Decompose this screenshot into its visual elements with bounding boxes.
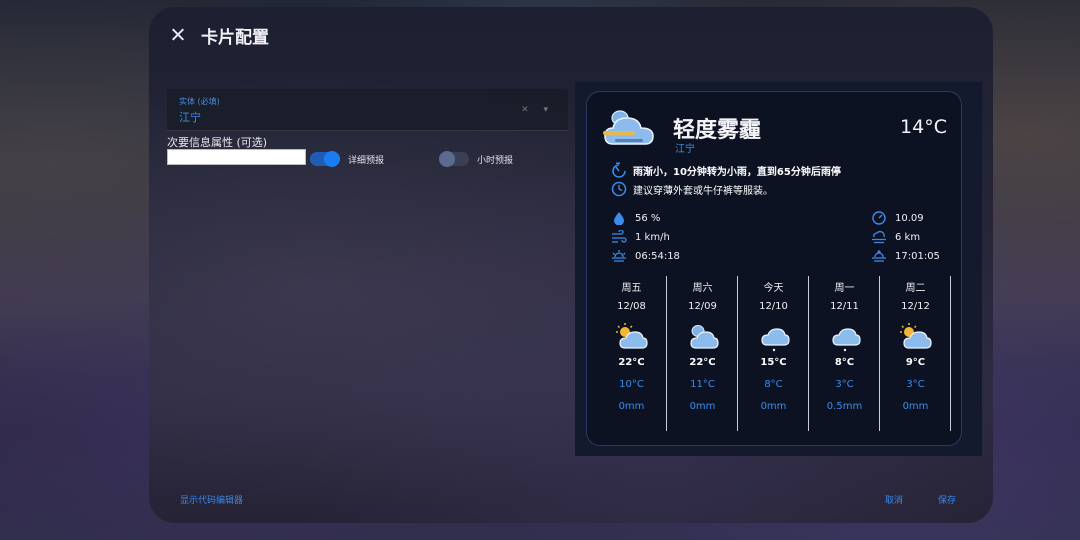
forecast-date: 12/11 — [830, 301, 859, 312]
toggle-knob — [324, 151, 340, 167]
forecast-date: 12/10 — [759, 301, 788, 312]
forecast-low: 10°C — [619, 379, 644, 390]
forecast-day-name: 今天 — [763, 283, 784, 294]
forecast-precip: 0.5mm — [826, 401, 863, 412]
forecast-date: 12/12 — [901, 301, 930, 312]
sunset-value: 17:01:05 — [895, 250, 940, 262]
forecast-precip: 0mm — [689, 401, 716, 412]
forecast-low: 3°C — [906, 379, 925, 390]
forecast-high: 15°C — [760, 357, 787, 368]
partly-cloudy-icon — [616, 323, 648, 349]
forecast-date: 12/09 — [688, 301, 717, 312]
detailed-forecast-toggle[interactable] — [310, 151, 340, 167]
clothing-advice-text: 建议穿薄外套或牛仔裤等服装。 — [633, 185, 773, 197]
wind-icon — [612, 230, 627, 243]
sunset-stat: 17:01:05 — [871, 249, 940, 263]
cloudy-haze-icon — [603, 110, 654, 145]
entity-select[interactable]: 实体 (必填) 江宁 ✕ ▾ — [167, 89, 568, 131]
precipitation-alert-text: 雨渐小，10分钟转为小雨，直到65分钟后雨停 — [633, 166, 841, 178]
water-drop-icon — [614, 212, 624, 225]
forecast-date: 12/08 — [617, 301, 646, 312]
entity-value: 江宁 — [179, 111, 201, 124]
show-code-editor-button[interactable]: 显示代码编辑器 — [180, 493, 243, 506]
forecast-precip: 0mm — [902, 401, 929, 412]
dropdown-icons[interactable]: ✕ ▾ — [521, 105, 554, 115]
forecast-low: 8°C — [764, 379, 783, 390]
save-button[interactable]: 保存 — [938, 493, 956, 506]
forecast-low: 3°C — [835, 379, 854, 390]
humidity-stat: 56 % — [611, 211, 660, 225]
sunrise-value: 06:54:18 — [635, 250, 680, 262]
secondary-info-input[interactable] — [167, 149, 306, 165]
close-icon[interactable] — [167, 24, 189, 46]
hourly-forecast-toggle[interactable] — [439, 151, 469, 167]
dialog-title: 卡片配置 — [201, 27, 269, 48]
forecast-day-name: 周六 — [692, 283, 713, 294]
card-preview: 轻度雾霾 江宁 14°C 雨渐小，10分钟转为小雨，直到65分钟后雨停 建议穿薄… — [575, 82, 982, 456]
gauge-icon — [872, 211, 886, 225]
humidity-value: 56 % — [635, 212, 661, 224]
forecast-day: 周五 12/08 22°C 10°C 0mm — [597, 276, 667, 431]
partly-cloudy-icon — [900, 323, 932, 349]
cancel-button[interactable]: 取消 — [885, 493, 903, 506]
forecast-day: 今天 12/10 15°C 8°C 0mm — [739, 276, 809, 431]
timer-icon — [612, 162, 626, 178]
forecast-day: 周二 12/12 9°C 3°C 0mm — [881, 276, 951, 431]
light-rain-icon — [832, 328, 861, 352]
secondary-info-label: 次要信息属性 (可选) — [167, 136, 268, 149]
clock-icon — [611, 181, 627, 197]
forecast-high: 8°C — [834, 357, 855, 368]
forecast-precip: 0mm — [760, 401, 787, 412]
forecast-precip: 0mm — [618, 401, 645, 412]
weather-location: 江宁 — [675, 144, 695, 155]
wind-stat: 1 km/h — [611, 230, 670, 244]
forecast-day-name: 周五 — [621, 283, 642, 294]
sunrise-stat: 06:54:18 — [611, 249, 680, 263]
card-config-dialog: 卡片配置 实体 (必填) 江宁 ✕ ▾ 次要信息属性 (可选) 详细预报 小时预… — [149, 7, 993, 523]
entity-label: 实体 (必填) — [179, 97, 220, 106]
forecast-high: 22°C — [689, 357, 716, 368]
current-temperature: 14°C — [900, 116, 947, 138]
detailed-forecast-label: 详细预报 — [348, 156, 385, 166]
precipitation-alert: 雨渐小，10分钟转为小雨，直到65分钟后雨停 — [611, 162, 841, 178]
forecast-high: 22°C — [618, 357, 645, 368]
pressure-value: 10.09 — [895, 212, 924, 224]
forecast-day-name: 周一 — [834, 283, 855, 294]
pressure-stat: 10.09 — [871, 211, 924, 225]
visibility-stat: 6 km — [871, 230, 920, 244]
forecast-low: 11°C — [690, 379, 715, 390]
forecast-day: 周一 12/11 8°C 3°C 0.5mm — [810, 276, 880, 431]
forecast-day: 周六 12/09 22°C 11°C 0mm — [668, 276, 738, 431]
daily-forecast: 周五 12/08 22°C 10°C 0mm 周六 12/09 22°C 11°… — [597, 276, 952, 431]
sunrise-icon — [612, 250, 626, 262]
toggle-knob — [439, 151, 455, 167]
light-rain-icon — [761, 328, 790, 352]
fog-icon — [872, 230, 886, 244]
cloudy-icon — [690, 325, 719, 349]
weather-card[interactable]: 轻度雾霾 江宁 14°C 雨渐小，10分钟转为小雨，直到65分钟后雨停 建议穿薄… — [586, 91, 962, 446]
wind-value: 1 km/h — [635, 231, 670, 243]
forecast-high: 9°C — [905, 357, 926, 368]
sunset-icon — [872, 250, 886, 262]
forecast-day-name: 周二 — [905, 283, 926, 294]
dialog-header: 卡片配置 — [149, 7, 993, 63]
clothing-advice: 建议穿薄外套或牛仔裤等服装。 — [611, 181, 773, 197]
hourly-forecast-label: 小时预报 — [477, 156, 514, 166]
visibility-value: 6 km — [895, 231, 921, 243]
